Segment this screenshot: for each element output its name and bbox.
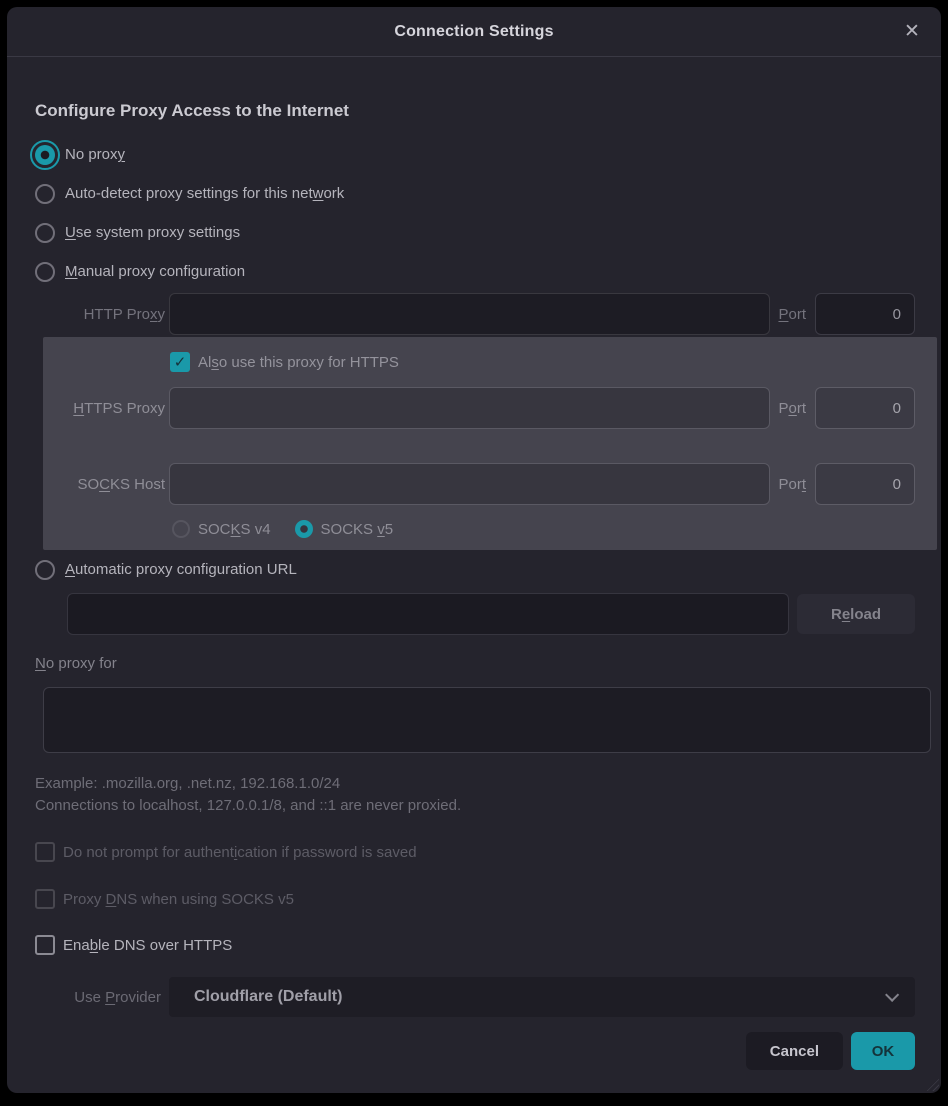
checkbox-no-prompt-auth[interactable]: Do not prompt for authentication if pass… bbox=[35, 837, 915, 867]
https-proxy-row: HTTPS Proxy Port bbox=[43, 387, 915, 429]
no-proxy-for-label: No proxy for bbox=[35, 655, 915, 677]
reload-button[interactable]: Reload bbox=[797, 594, 915, 634]
socks-v5-label[interactable]: SOCKS v5 bbox=[321, 521, 394, 538]
check-icon: ✓ bbox=[174, 353, 187, 371]
http-proxy-row: HTTP Proxy Port bbox=[35, 291, 915, 337]
http-port-label: Port bbox=[778, 306, 806, 323]
https-port-label: Port bbox=[778, 400, 806, 417]
radio-no-proxy[interactable]: No proxy bbox=[35, 135, 915, 174]
checkbox-icon[interactable] bbox=[35, 935, 55, 955]
radio-button-icon[interactable] bbox=[35, 262, 55, 282]
radio-manual-proxy[interactable]: Manual proxy configuration bbox=[35, 252, 915, 291]
page-title: Configure Proxy Access to the Internet bbox=[35, 101, 915, 121]
http-port-input[interactable] bbox=[815, 293, 915, 335]
no-proxy-for-textarea[interactable] bbox=[43, 687, 931, 753]
http-proxy-input[interactable] bbox=[169, 293, 770, 335]
radio-system-proxy[interactable]: Use system proxy settings bbox=[35, 213, 915, 252]
https-port-input[interactable] bbox=[815, 387, 915, 429]
http-proxy-label: HTTP Proxy bbox=[35, 306, 169, 323]
doh-provider-row: Use Provider Cloudflare (Default) bbox=[35, 977, 915, 1017]
socks-port-label: Port bbox=[778, 476, 806, 493]
localhost-note-text: Connections to localhost, 127.0.0.1/8, a… bbox=[35, 797, 915, 814]
socks-port-input[interactable] bbox=[815, 463, 915, 505]
socks-host-label: SOCKS Host bbox=[43, 476, 169, 493]
https-proxy-label: HTTPS Proxy bbox=[43, 400, 169, 417]
dialog-title: Connection Settings bbox=[394, 23, 553, 41]
doh-provider-value: Cloudflare (Default) bbox=[194, 988, 885, 1006]
radio-auto-config-url[interactable]: Automatic proxy configuration URL bbox=[35, 550, 915, 589]
enable-doh-label: Enable DNS over HTTPS bbox=[63, 937, 232, 954]
radio-button-icon[interactable] bbox=[35, 184, 55, 204]
checkbox-icon[interactable] bbox=[35, 889, 55, 909]
socks-v4-label[interactable]: SOCKS v4 bbox=[198, 521, 271, 538]
proxy-dns-socks5-label: Proxy DNS when using SOCKS v5 bbox=[63, 891, 294, 908]
radio-socks-v5[interactable] bbox=[295, 520, 313, 538]
dialog-titlebar: Connection Settings ✕ bbox=[7, 7, 941, 57]
no-prompt-auth-label: Do not prompt for authentication if pass… bbox=[63, 844, 417, 861]
auto-config-url-input[interactable] bbox=[67, 593, 789, 635]
socks-host-input[interactable] bbox=[169, 463, 770, 505]
ok-button[interactable]: OK bbox=[851, 1032, 915, 1070]
radio-manual-proxy-label: Manual proxy configuration bbox=[65, 263, 245, 280]
resize-grip[interactable] bbox=[925, 1077, 939, 1091]
checkbox-enable-doh[interactable]: Enable DNS over HTTPS bbox=[35, 930, 915, 960]
close-icon[interactable]: ✕ bbox=[895, 16, 929, 48]
connection-settings-dialog: Connection Settings ✕ Configure Proxy Ac… bbox=[7, 7, 941, 1093]
radio-button-icon[interactable] bbox=[35, 560, 55, 580]
no-proxy-example-text: Example: .mozilla.org, .net.nz, 192.168.… bbox=[35, 775, 915, 792]
radio-button-icon[interactable] bbox=[35, 223, 55, 243]
auto-config-url-row: Reload bbox=[35, 593, 915, 635]
checkbox-proxy-dns-socks5[interactable]: Proxy DNS when using SOCKS v5 bbox=[35, 884, 915, 914]
radio-auto-detect-label: Auto-detect proxy settings for this netw… bbox=[65, 185, 344, 202]
checkbox-icon[interactable] bbox=[35, 842, 55, 862]
radio-auto-config-url-label: Automatic proxy configuration URL bbox=[65, 561, 297, 578]
https-socks-panel: ✓ Also use this proxy for HTTPS HTTPS Pr… bbox=[43, 337, 937, 550]
radio-socks-v4[interactable] bbox=[172, 520, 190, 538]
dialog-footer: Cancel OK bbox=[35, 1032, 915, 1070]
https-proxy-input[interactable] bbox=[169, 387, 770, 429]
radio-auto-detect[interactable]: Auto-detect proxy settings for this netw… bbox=[35, 174, 915, 213]
checkbox-checked-icon[interactable]: ✓ bbox=[170, 352, 190, 372]
radio-button-icon[interactable] bbox=[35, 145, 55, 165]
dialog-content: Configure Proxy Access to the Internet N… bbox=[7, 101, 941, 1070]
socks-host-row: SOCKS Host Port bbox=[43, 463, 915, 505]
doh-provider-select[interactable]: Cloudflare (Default) bbox=[169, 977, 915, 1017]
also-https-checkbox-row[interactable]: ✓ Also use this proxy for HTTPS bbox=[43, 347, 915, 377]
use-provider-label: Use Provider bbox=[35, 989, 169, 1006]
chevron-down-icon bbox=[885, 988, 899, 1002]
radio-no-proxy-label: No proxy bbox=[65, 146, 125, 163]
cancel-button[interactable]: Cancel bbox=[746, 1032, 843, 1070]
also-https-label: Also use this proxy for HTTPS bbox=[198, 354, 399, 371]
socks-version-row: SOCKS v4 SOCKS v5 bbox=[43, 518, 915, 540]
radio-system-proxy-label: Use system proxy settings bbox=[65, 224, 240, 241]
